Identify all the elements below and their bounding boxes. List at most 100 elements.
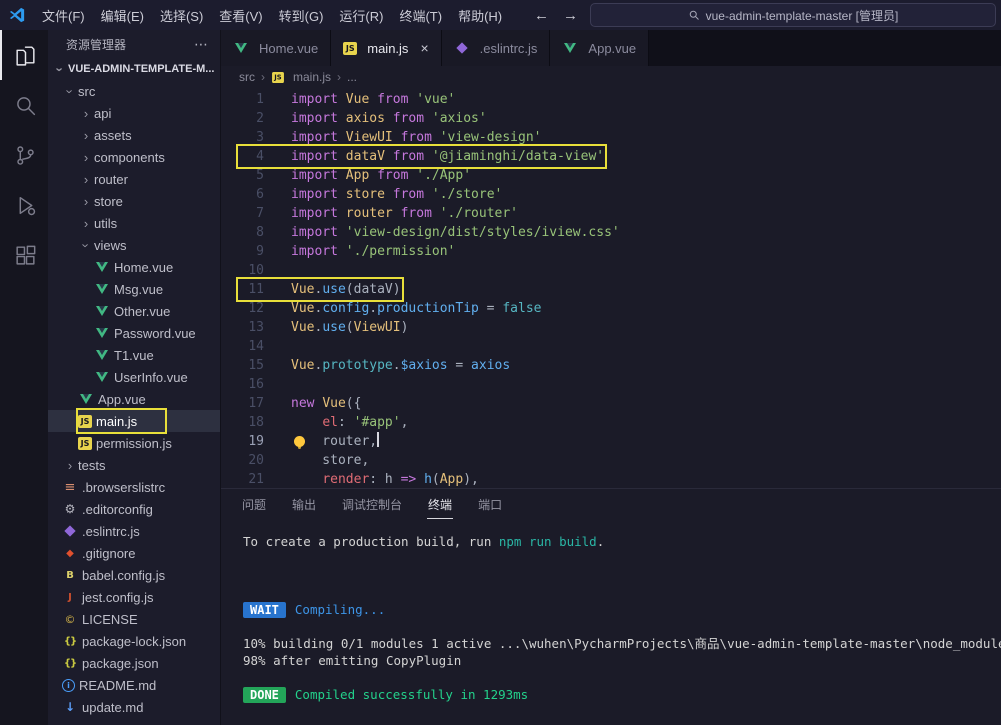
breadcrumb-item[interactable]: JSmain.js bbox=[271, 70, 331, 84]
tab-home-vue[interactable]: Home.vue bbox=[221, 30, 331, 66]
terminal-line: DONECompiled successfully in 1293ms bbox=[243, 686, 1001, 703]
tree-item-label: .eslintrc.js bbox=[82, 524, 140, 539]
eslint-file-icon bbox=[62, 524, 78, 538]
tree-item-src[interactable]: ›src bbox=[48, 80, 220, 102]
code-line[interactable]: 15Vue.prototype.$axios = axios bbox=[221, 356, 1001, 375]
tree-item-update-md[interactable]: ↓update.md bbox=[48, 696, 220, 718]
forward-arrow-icon[interactable]: → bbox=[563, 7, 578, 24]
code-line[interactable]: 11Vue.use(dataV) bbox=[221, 280, 1001, 299]
code-line[interactable]: 21 render: h => h(App), bbox=[221, 470, 1001, 488]
tree-item-utils[interactable]: ›utils bbox=[48, 212, 220, 234]
code-line[interactable]: 2import axios from 'axios' bbox=[221, 109, 1001, 128]
code-line[interactable]: 5import App from './App' bbox=[221, 166, 1001, 185]
tree-item-password-vue[interactable]: Password.vue bbox=[48, 322, 220, 344]
vue-file-icon bbox=[78, 392, 94, 406]
search-activity-icon[interactable] bbox=[0, 80, 48, 130]
menu-item-6[interactable]: 终端(T) bbox=[391, 6, 450, 25]
code-line[interactable]: 7import router from './router' bbox=[221, 204, 1001, 223]
tree-item-msg-vue[interactable]: Msg.vue bbox=[48, 278, 220, 300]
tree-item-assets[interactable]: ›assets bbox=[48, 124, 220, 146]
tree-item-package-lock-json[interactable]: {}package-lock.json bbox=[48, 630, 220, 652]
code-line[interactable]: 4import dataV from '@jiaminghi/data-view… bbox=[221, 147, 1001, 166]
code-line[interactable]: 14 bbox=[221, 337, 1001, 356]
code-token: Vue bbox=[291, 282, 314, 297]
window-search-box[interactable]: vue-admin-template-master [管理员] bbox=[590, 3, 996, 27]
tab--eslintrc-js[interactable]: .eslintrc.js bbox=[442, 30, 551, 66]
menu-item-4[interactable]: 转到(G) bbox=[271, 6, 332, 25]
breadcrumb: src›JSmain.js›... bbox=[221, 66, 1001, 88]
code-line[interactable]: 13Vue.use(ViewUI) bbox=[221, 318, 1001, 337]
tree-item--browserslistrc[interactable]: ≡.browserslistrc bbox=[48, 476, 220, 498]
run-debug-activity-icon[interactable] bbox=[0, 180, 48, 230]
breadcrumb-item[interactable]: src bbox=[239, 70, 255, 84]
menu-item-1[interactable]: 编辑(E) bbox=[93, 6, 152, 25]
tree-item-home-vue[interactable]: Home.vue bbox=[48, 256, 220, 278]
panel-tab-0[interactable]: 问题 bbox=[241, 491, 267, 519]
tree-item--gitignore[interactable]: ◆.gitignore bbox=[48, 542, 220, 564]
back-arrow-icon[interactable]: ← bbox=[534, 7, 549, 24]
tree-item-license[interactable]: ©LICENSE bbox=[48, 608, 220, 630]
tab-app-vue[interactable]: App.vue bbox=[550, 30, 649, 66]
extensions-activity-icon[interactable] bbox=[0, 230, 48, 280]
line-number: 6 bbox=[239, 185, 264, 204]
tree-item-package-json[interactable]: {}package.json bbox=[48, 652, 220, 674]
code-token: h bbox=[424, 472, 432, 487]
code-token bbox=[338, 92, 346, 107]
tree-item-views[interactable]: ›views bbox=[48, 234, 220, 256]
line-number: 3 bbox=[239, 128, 264, 147]
code-editor[interactable]: 1import Vue from 'vue'2import axios from… bbox=[221, 88, 1001, 488]
code-line[interactable]: 19 router, bbox=[221, 432, 1001, 451]
code-token: , bbox=[401, 415, 409, 430]
tree-item-permission-js[interactable]: JSpermission.js bbox=[48, 432, 220, 454]
more-actions-icon[interactable]: ⋯ bbox=[194, 36, 208, 53]
lightbulb-icon[interactable] bbox=[294, 436, 305, 447]
panel-tab-3[interactable]: 终端 bbox=[427, 491, 453, 519]
code-line[interactable]: 17new Vue({ bbox=[221, 394, 1001, 413]
code-line[interactable]: 9import './permission' bbox=[221, 242, 1001, 261]
breadcrumb-item[interactable]: ... bbox=[347, 70, 357, 84]
tree-item-main-js[interactable]: JSmain.js bbox=[48, 410, 220, 432]
code-line[interactable]: 8import 'view-design/dist/styles/iview.c… bbox=[221, 223, 1001, 242]
terminal-output[interactable]: To create a production build, run npm ru… bbox=[221, 521, 1001, 725]
tree-item-jest-config-js[interactable]: Jjest.config.js bbox=[48, 586, 220, 608]
tree-item-router[interactable]: ›router bbox=[48, 168, 220, 190]
code-line[interactable]: 16 bbox=[221, 375, 1001, 394]
code-token: . bbox=[393, 358, 401, 373]
source-control-activity-icon[interactable] bbox=[0, 130, 48, 180]
tree-item-userinfo-vue[interactable]: UserInfo.vue bbox=[48, 366, 220, 388]
menu-item-5[interactable]: 运行(R) bbox=[331, 6, 391, 25]
code-text: import store from './store' bbox=[291, 185, 502, 204]
code-line[interactable]: 10 bbox=[221, 261, 1001, 280]
tree-root-folder[interactable]: › VUE-ADMIN-TEMPLATE-M... bbox=[48, 58, 220, 80]
tab-main-js[interactable]: JSmain.js× bbox=[331, 30, 441, 66]
code-line[interactable]: 1import Vue from 'vue' bbox=[221, 90, 1001, 109]
tree-item-label: api bbox=[94, 106, 111, 121]
explorer-activity-icon[interactable] bbox=[0, 30, 48, 80]
panel-tab-4[interactable]: 端口 bbox=[477, 491, 503, 519]
code-line[interactable]: 20 store, bbox=[221, 451, 1001, 470]
tree-item--editorconfig[interactable]: ⚙.editorconfig bbox=[48, 498, 220, 520]
tree-item--eslintrc-js[interactable]: .eslintrc.js bbox=[48, 520, 220, 542]
menu-item-0[interactable]: 文件(F) bbox=[34, 6, 93, 25]
menu-item-3[interactable]: 查看(V) bbox=[211, 6, 270, 25]
tree-item-store[interactable]: ›store bbox=[48, 190, 220, 212]
code-line[interactable]: 6 import store from './store' bbox=[221, 185, 1001, 204]
panel-tab-1[interactable]: 输出 bbox=[291, 491, 317, 519]
code-token bbox=[424, 187, 432, 202]
panel-tab-2[interactable]: 调试控制台 bbox=[341, 491, 403, 519]
tree-item-other-vue[interactable]: Other.vue bbox=[48, 300, 220, 322]
tree-item-t1-vue[interactable]: T1.vue bbox=[48, 344, 220, 366]
code-line[interactable]: 18 el: '#app', bbox=[221, 413, 1001, 432]
tree-item-tests[interactable]: ›tests bbox=[48, 454, 220, 476]
menu-item-7[interactable]: 帮助(H) bbox=[450, 6, 510, 25]
code-line[interactable]: 12Vue.config.productionTip = false bbox=[221, 299, 1001, 318]
code-text: el: '#app', bbox=[291, 413, 408, 432]
tree-item-babel-config-js[interactable]: Bbabel.config.js bbox=[48, 564, 220, 586]
tree-item-components[interactable]: ›components bbox=[48, 146, 220, 168]
menu-item-2[interactable]: 选择(S) bbox=[152, 6, 211, 25]
tree-item-app-vue[interactable]: App.vue bbox=[48, 388, 220, 410]
tree-item-readme-md[interactable]: iREADME.md bbox=[48, 674, 220, 696]
tree-item-api[interactable]: ›api bbox=[48, 102, 220, 124]
close-icon[interactable]: × bbox=[420, 40, 428, 56]
code-line[interactable]: 3import ViewUI from 'view-design' bbox=[221, 128, 1001, 147]
